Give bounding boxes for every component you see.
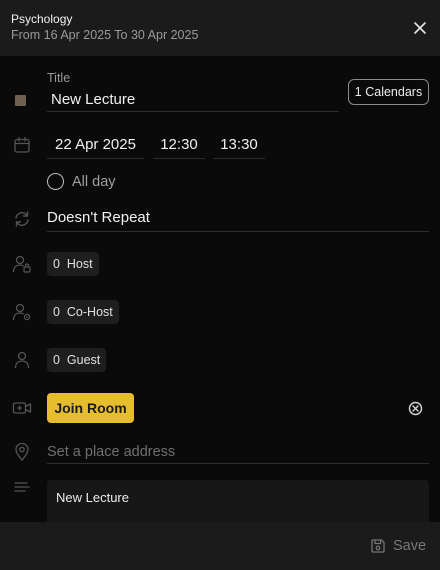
all-day-label: All day bbox=[72, 173, 116, 190]
calendar-icon bbox=[11, 134, 33, 156]
repeat-icon bbox=[11, 208, 33, 230]
calendars-button[interactable]: 1 Calendars bbox=[348, 79, 429, 105]
guest-count: 0 bbox=[53, 353, 60, 367]
cohost-pill[interactable]: 0 Co-Host bbox=[47, 300, 119, 324]
cohost-count: 0 bbox=[53, 305, 60, 319]
date-range-subtitle: From 16 Apr 2025 To 30 Apr 2025 bbox=[11, 28, 199, 42]
guest-icon bbox=[11, 349, 33, 371]
address-input[interactable] bbox=[47, 440, 429, 464]
title-label: Title bbox=[47, 71, 71, 85]
host-pill[interactable]: 0 Host bbox=[47, 252, 99, 276]
repeat-select[interactable]: Doesn't Repeat bbox=[47, 205, 429, 232]
close-button[interactable] bbox=[409, 17, 431, 39]
event-color-swatch[interactable] bbox=[15, 95, 26, 106]
cohost-label: Co-Host bbox=[66, 305, 113, 319]
guest-label: Guest bbox=[66, 353, 101, 367]
host-label: Host bbox=[66, 257, 93, 271]
description-icon bbox=[11, 477, 33, 499]
save-icon bbox=[371, 539, 385, 553]
video-icon bbox=[11, 397, 33, 419]
close-icon bbox=[414, 22, 426, 34]
all-day-toggle[interactable]: All day bbox=[47, 173, 116, 190]
dialog-title: Psychology bbox=[11, 12, 73, 26]
end-time-field[interactable]: 13:30 bbox=[213, 130, 265, 159]
guest-pill[interactable]: 0 Guest bbox=[47, 348, 107, 372]
location-pin-icon bbox=[11, 441, 33, 463]
title-input[interactable]: New Lecture bbox=[47, 88, 339, 112]
dialog-header: Psychology From 16 Apr 2025 To 30 Apr 20… bbox=[0, 0, 440, 56]
cohost-icon bbox=[11, 301, 33, 323]
all-day-radio[interactable] bbox=[47, 173, 64, 190]
start-time-field[interactable]: 12:30 bbox=[153, 130, 205, 159]
join-room-button[interactable]: Join Room bbox=[47, 393, 134, 423]
description-editor[interactable]: New Lecture bbox=[47, 480, 429, 526]
host-count: 0 bbox=[53, 257, 60, 271]
save-label: Save bbox=[393, 538, 427, 554]
host-icon bbox=[11, 253, 33, 275]
save-button[interactable]: Save bbox=[370, 538, 426, 554]
remove-room-icon[interactable] bbox=[407, 400, 424, 417]
date-field[interactable]: 22 Apr 2025 bbox=[47, 130, 144, 159]
